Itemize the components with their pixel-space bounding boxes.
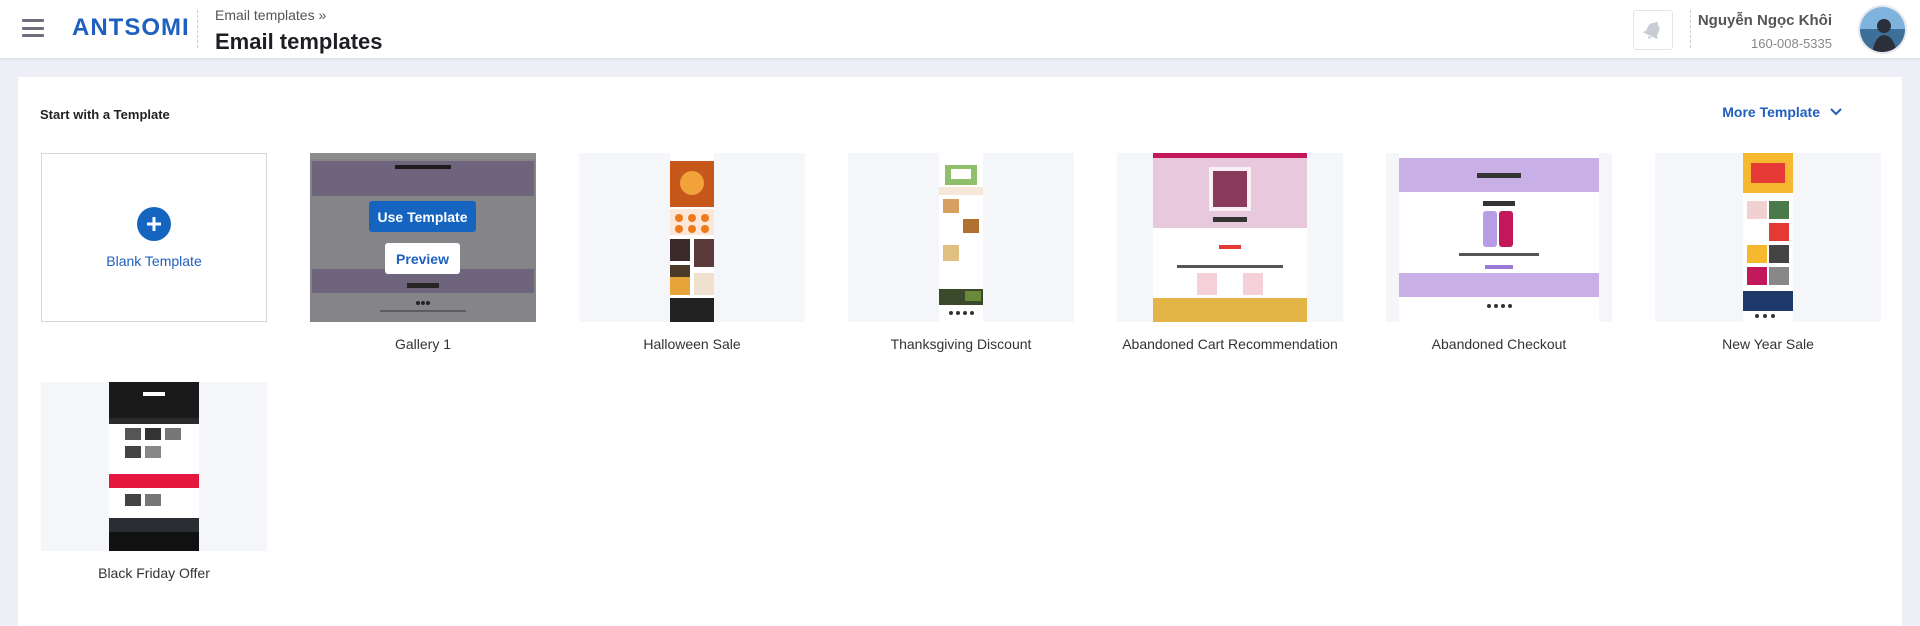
- more-template-label: More Template: [1722, 104, 1820, 120]
- section-title: Start with a Template: [40, 107, 170, 122]
- antsomi-logo[interactable]: ANTSOMI: [72, 14, 190, 42]
- user-name: Nguyễn Ngọc Khôi: [1697, 12, 1832, 29]
- template-card-abandoned-cart-recommendation[interactable]: Abandoned Cart Recommendation: [1117, 153, 1343, 352]
- divider: [197, 10, 198, 48]
- user-phone: 160-008-5335: [1751, 36, 1832, 51]
- blank-template-card[interactable]: Blank Template: [41, 153, 267, 322]
- use-template-button[interactable]: Use Template: [369, 201, 476, 232]
- plus-icon: [137, 206, 171, 241]
- template-thumb[interactable]: Use Template Preview: [310, 153, 536, 322]
- template-name: Black Friday Offer: [98, 565, 210, 581]
- template-name: Gallery 1: [394, 336, 452, 352]
- template-thumb[interactable]: [1386, 153, 1612, 322]
- blank-template-label: Blank Template: [106, 252, 202, 269]
- template-name: Abandoned Cart Recommendation: [1122, 336, 1338, 352]
- template-card-halloween-sale[interactable]: Halloween Sale: [579, 153, 805, 352]
- preview-button[interactable]: Preview: [385, 243, 460, 274]
- template-card-abandoned-checkout[interactable]: Abandoned Checkout: [1386, 153, 1612, 352]
- template-card-black-friday-offer[interactable]: Black Friday Offer: [41, 382, 267, 581]
- template-thumb[interactable]: [1117, 153, 1343, 322]
- bell-icon: [1643, 21, 1660, 40]
- template-name: New Year Sale: [1722, 336, 1814, 352]
- blank-template-thumb[interactable]: Blank Template: [41, 153, 267, 322]
- breadcrumb[interactable]: Email templates »: [215, 7, 326, 23]
- hover-overlay: [310, 153, 536, 322]
- template-card-gallery-1[interactable]: Use Template Preview Gallery 1: [310, 153, 536, 352]
- divider: [1690, 10, 1691, 48]
- template-card-thanksgiving-discount[interactable]: Thanksgiving Discount: [848, 153, 1074, 352]
- template-thumb[interactable]: [848, 153, 1074, 322]
- template-name: Abandoned Checkout: [1431, 336, 1567, 352]
- template-thumb[interactable]: [1655, 153, 1881, 322]
- template-thumb[interactable]: [41, 382, 267, 551]
- page-title: Email templates: [215, 29, 383, 54]
- top-header: ANTSOMI Email templates » Email template…: [0, 0, 1920, 59]
- avatar[interactable]: [1858, 5, 1907, 54]
- notification-button[interactable]: [1633, 10, 1673, 50]
- template-thumb[interactable]: [579, 153, 805, 322]
- templates-panel: Start with a Template More Template Blan…: [18, 77, 1902, 626]
- template-name: Halloween Sale: [643, 336, 741, 352]
- menu-icon[interactable]: [22, 19, 44, 37]
- chevron-down-icon: [1830, 108, 1842, 116]
- template-card-new-year-sale[interactable]: New Year Sale: [1655, 153, 1881, 352]
- more-template-button[interactable]: More Template: [1722, 104, 1842, 120]
- template-name: Thanksgiving Discount: [890, 336, 1032, 352]
